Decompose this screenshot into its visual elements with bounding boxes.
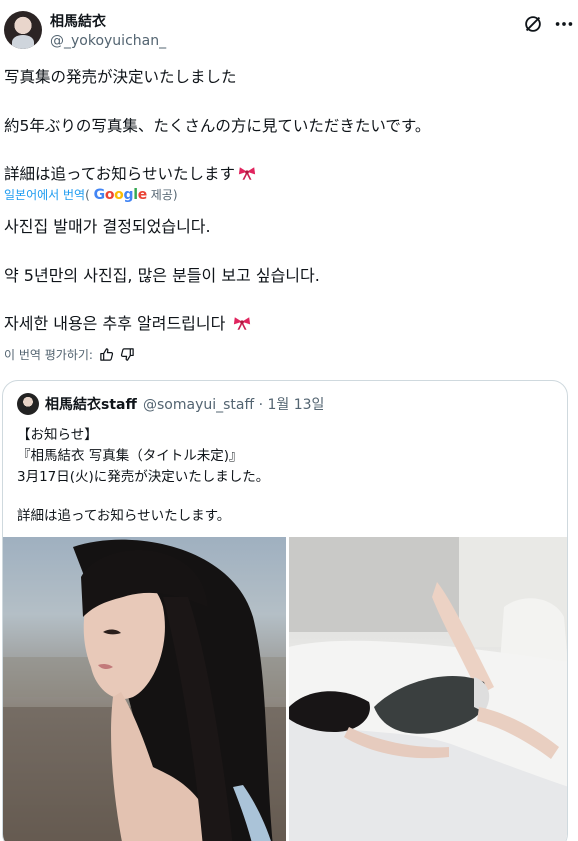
quoted-author-name[interactable]: 相馬結衣staff [45,394,137,414]
rate-label: 이 번역 평가하기: [4,348,93,362]
translation-attribution: 일본어에서 번역( Google 제공) [4,186,178,203]
post-line-2: 約5年ぶりの写真集、たくさんの方に見ていただきたいです。 [4,117,431,135]
translated-line-2: 약 5년만의 사진집, 많은 분들이 보고 싶습니다. [4,266,320,285]
quoted-post[interactable]: 相馬結衣staff @somayui_staff · 1월 13일 【お知らせ】… [2,380,568,841]
quoted-line-2: 『相馬結衣 写真集（タイトル未定)』 [17,448,243,464]
provider-suffix: 제공) [150,188,178,202]
author-handle[interactable]: @_yokoyuichan_ [50,33,166,49]
post-line-1: 写真集の発売が決定いたしました [4,68,237,86]
quoted-line-4: 詳細は追ってお知らせいたします。 [17,508,231,524]
quoted-line-3: 3月17日(火)に発売が決定いたしました。 [17,469,270,485]
portrait-illustration [3,539,286,841]
google-logo: Google [93,187,148,203]
bed-illustration [289,537,567,841]
quoted-photo-portrait[interactable] [3,537,286,841]
thumbs-down-icon[interactable] [120,347,135,362]
quoted-line-1: 【お知らせ】 [17,427,98,443]
post-line-3: 詳細は追ってお知らせいたします [4,165,256,184]
translated-from-link[interactable]: 일본어에서 번역 [4,188,85,202]
rate-translation: 이 번역 평가하기: [4,346,135,363]
quoted-author-avatar[interactable] [17,393,39,415]
thumbs-up-icon[interactable] [99,347,114,362]
translation-paren: ( [85,188,90,202]
author-name[interactable]: 相馬結衣 [50,11,106,31]
more-icon[interactable] [553,13,575,35]
translated-line-1: 사진집 발매가 결정되었습니다. [4,217,211,236]
ribbon-bow-icon [234,317,251,330]
quoted-photo-bed[interactable] [289,537,567,841]
author-avatar[interactable] [4,11,42,49]
ribbon-bow-icon [238,167,256,180]
post-line-3-text: 詳細は追ってお知らせいたします [4,165,235,183]
translated-line-3-text: 자세한 내용은 추후 알려드립니다 [4,314,226,333]
translated-line-3: 자세한 내용은 추후 알려드립니다 [4,310,251,334]
grok-icon[interactable] [522,13,544,35]
quoted-author-handle[interactable]: @somayui_staff · 1월 13일 [143,394,324,414]
